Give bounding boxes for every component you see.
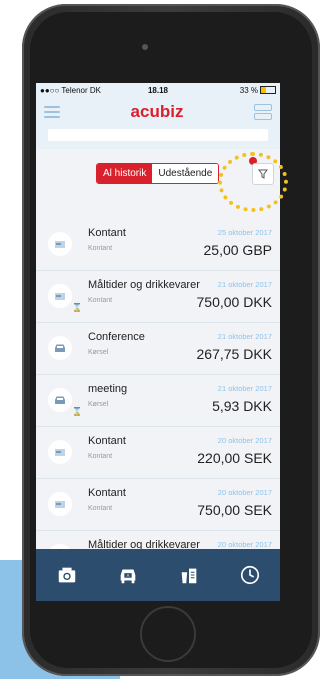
item-date: 21 oktober 2017 <box>217 280 272 289</box>
app-logo: acubiz <box>130 102 184 121</box>
history-segmented-control: Al historik Udestående <box>96 163 220 184</box>
list-item[interactable]: Kontant Kontant 25 oktober 2017 25,00 GBP <box>36 219 280 271</box>
item-title: Kontant <box>88 435 126 447</box>
filter-highlight-ring <box>218 152 288 212</box>
search-bar <box>36 127 280 149</box>
bottom-tab-bar: A <box>36 549 280 601</box>
item-title: Conference <box>88 331 145 343</box>
list-item[interactable]: Kontant Kontant 20 oktober 2017 750,00 SEK <box>36 479 280 531</box>
list-item[interactable]: ⌛ Måltider og drikkevarer Kontant 21 oktobe… <box>36 271 280 323</box>
item-title: Kontant <box>88 487 126 499</box>
list-item[interactable]: Conference Kørsel 21 oktober 2017 267,75 DK… <box>36 323 280 375</box>
item-category: Kontant <box>88 297 113 304</box>
item-amount: 220,00 SEK <box>197 450 272 466</box>
battery-icon <box>260 86 276 94</box>
item-title: meeting <box>88 383 128 395</box>
item-title: Kontant <box>88 227 126 239</box>
svg-text:A: A <box>126 573 129 578</box>
menu-icon[interactable] <box>44 103 60 121</box>
cash-icon <box>48 284 72 308</box>
item-title: Måltider og drikkevarer <box>88 279 200 291</box>
item-category: Kørsel <box>88 349 109 356</box>
front-camera <box>142 44 148 50</box>
camera-icon[interactable] <box>56 564 78 586</box>
item-date: 25 oktober 2017 <box>217 228 272 237</box>
item-amount: 25,00 GBP <box>203 242 273 258</box>
item-category: Kontant <box>88 453 113 460</box>
list-item[interactable]: Kontant Kontant 20 oktober 2017 220,00 SEK <box>36 427 280 479</box>
item-date: 20 oktober 2017 <box>217 540 272 549</box>
cash-icon <box>48 440 72 464</box>
hourglass-icon: ⌛ <box>72 407 82 416</box>
item-amount: 750,00 DKK <box>196 294 273 310</box>
item-category: Kontant <box>88 245 113 252</box>
item-date: 20 oktober 2017 <box>217 488 272 497</box>
item-amount: 750,00 SEK <box>197 502 272 518</box>
car-icon <box>48 336 72 360</box>
status-time: 18.18 <box>147 85 169 95</box>
home-button[interactable] <box>140 606 196 662</box>
status-bar: ●●○○ Telenor DK 18.18 33 % <box>36 83 280 97</box>
app-header: acubiz <box>36 97 280 127</box>
item-amount: 5,93 DKK <box>212 398 272 414</box>
item-date: 21 oktober 2017 <box>217 384 272 393</box>
cash-icon <box>48 492 72 516</box>
item-category: Kontant <box>88 505 113 512</box>
item-amount: 267,75 DKK <box>196 346 273 362</box>
item-date: 20 oktober 2017 <box>217 436 272 445</box>
stack-icon[interactable] <box>254 102 272 122</box>
item-date: 21 oktober 2017 <box>217 332 272 341</box>
car-icon <box>48 388 72 412</box>
tab-all-history[interactable]: Al historik <box>97 164 153 183</box>
receipt-icon[interactable] <box>178 564 200 586</box>
list-item[interactable]: ⌛ meeting Kørsel 21 oktober 2017 5,93 DKK <box>36 375 280 427</box>
car-icon[interactable]: A <box>117 564 139 586</box>
tab-pending[interactable]: Udestående <box>152 164 219 183</box>
item-category: Kørsel <box>88 401 109 408</box>
search-input[interactable] <box>48 129 268 141</box>
hourglass-icon: ⌛ <box>72 303 82 312</box>
cash-icon <box>48 232 72 256</box>
clock-icon[interactable] <box>239 564 261 586</box>
history-list: Kontant Kontant 25 oktober 2017 25,00 GBP ⌛ M… <box>36 219 280 583</box>
